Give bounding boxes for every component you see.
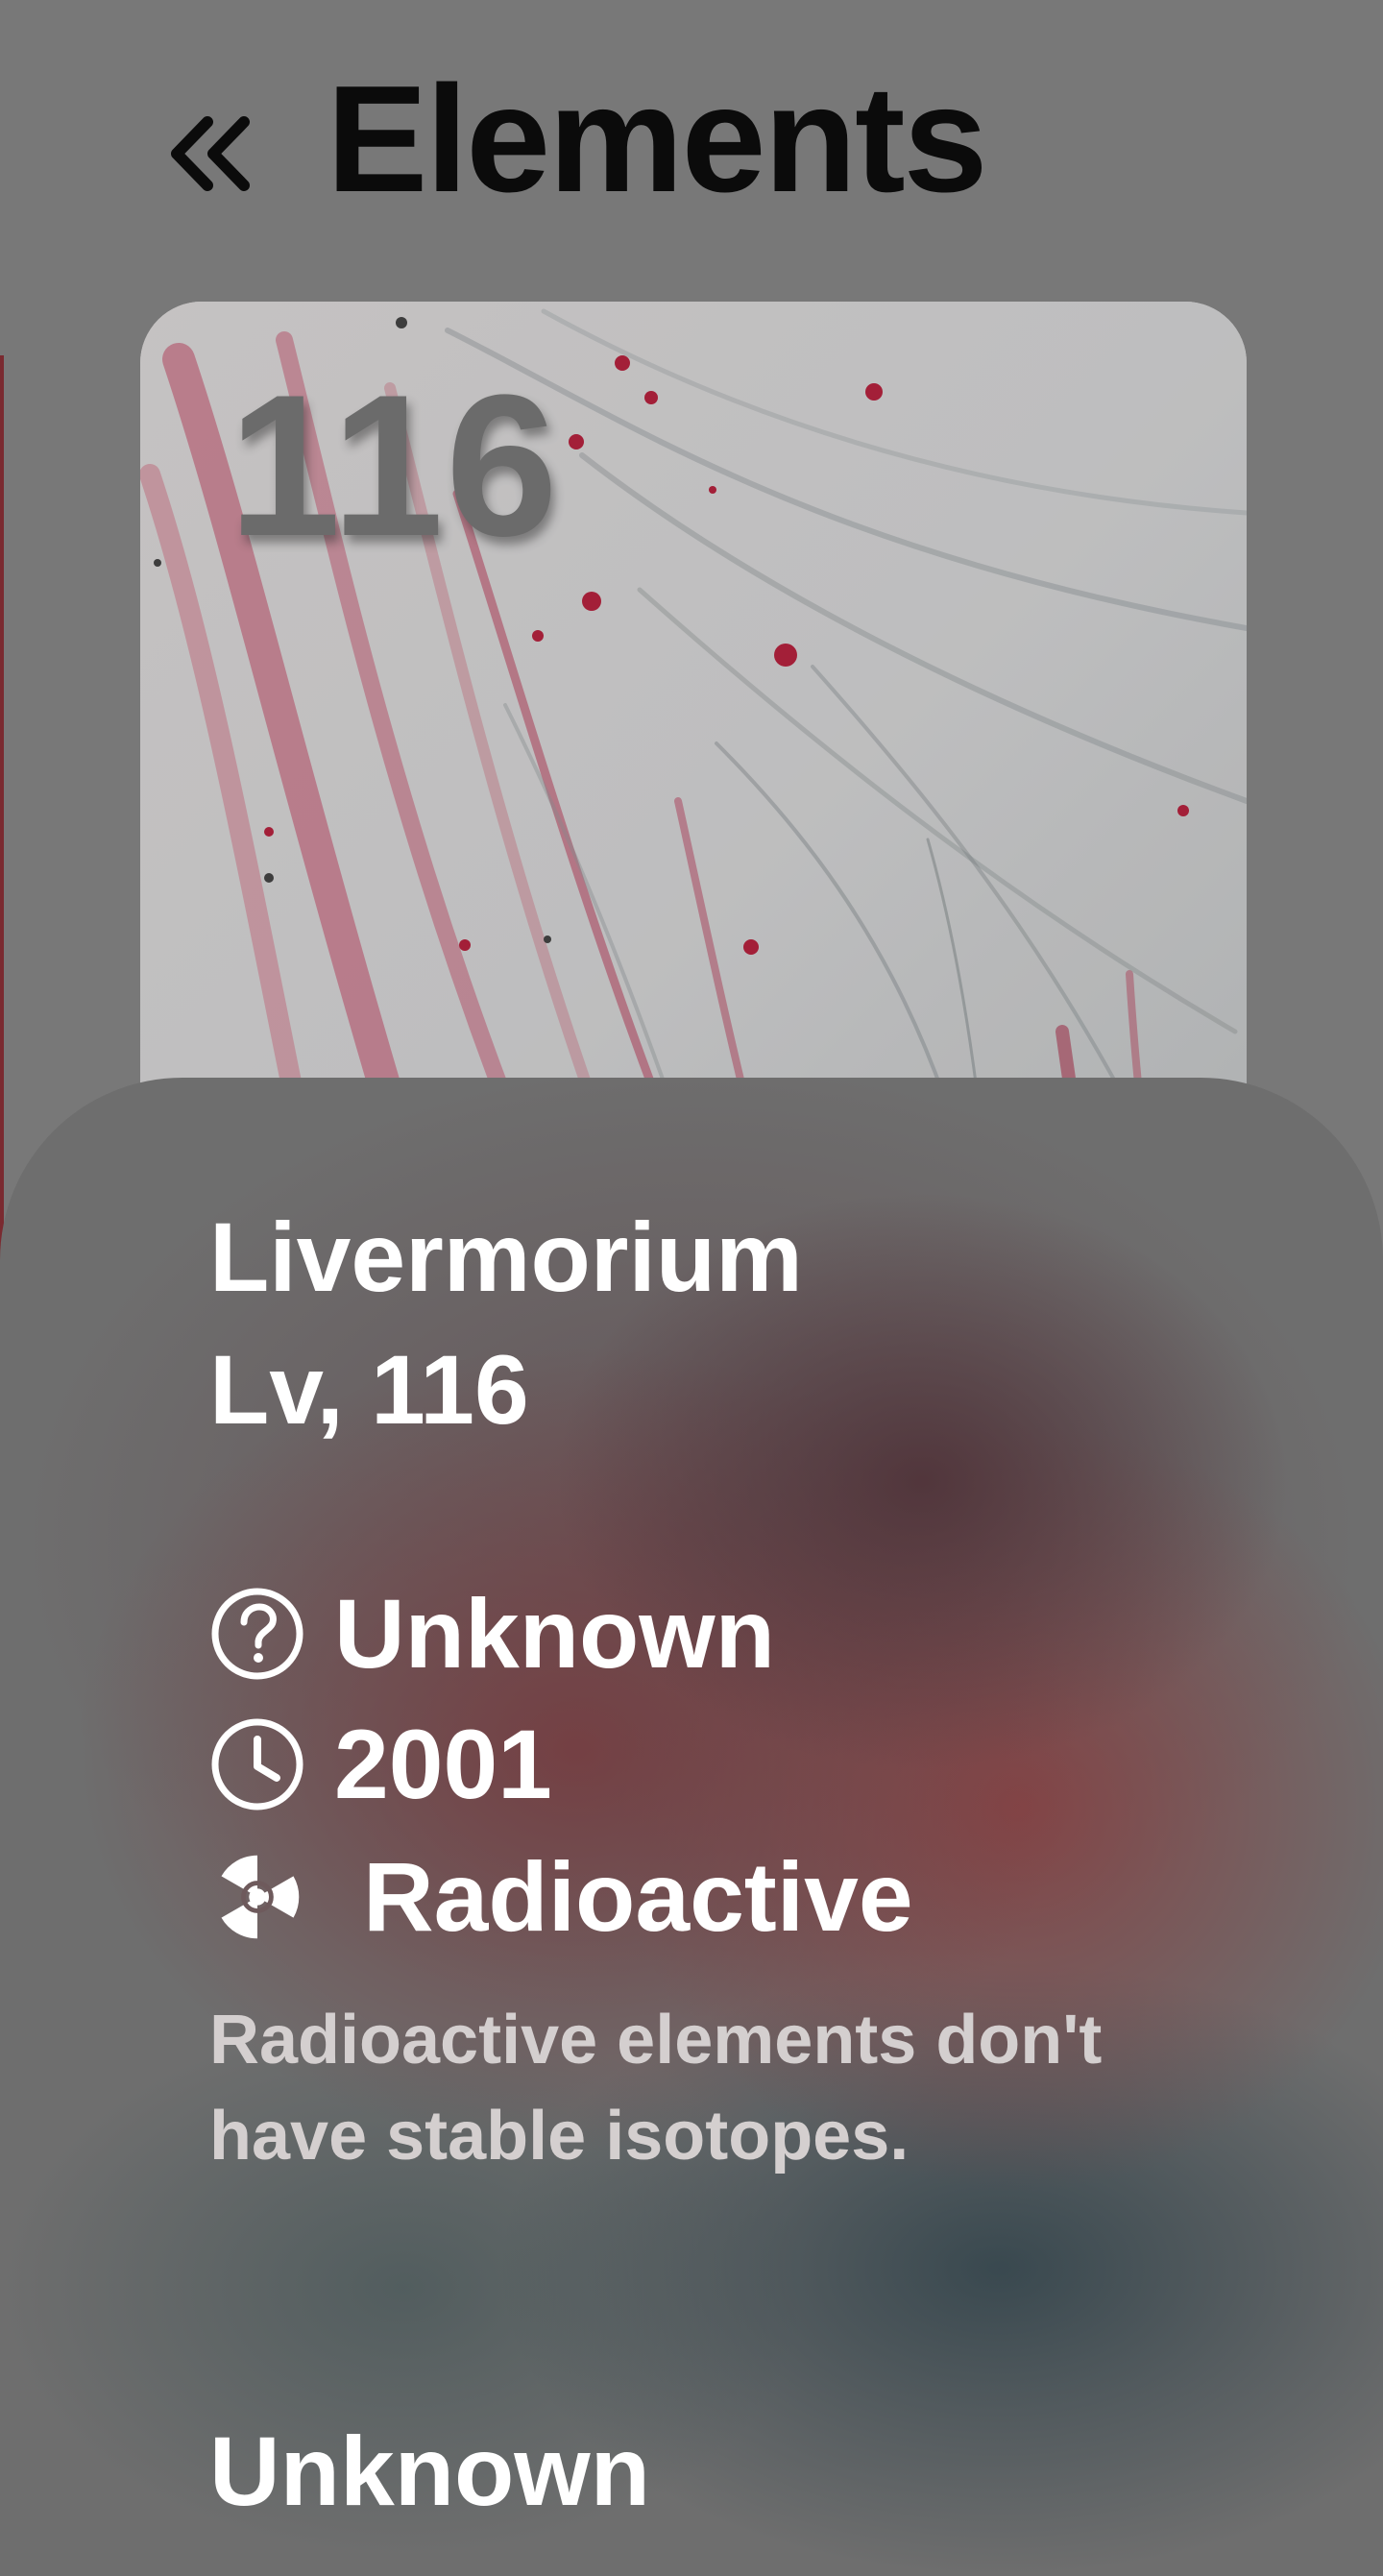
radioactive-icon: [209, 1849, 305, 1945]
element-symbol-number: Lv, 116: [209, 1335, 529, 1445]
question-circle-icon: [209, 1586, 305, 1682]
discovery-row: 2001: [209, 1712, 552, 1817]
element-info-sheet: Livermorium Lv, 116 Unknown 2001 Radioac…: [0, 1078, 1383, 2576]
clock-icon: [209, 1716, 305, 1812]
page-title: Elements: [327, 55, 988, 224]
category-description: Radioactive elements don't have stable i…: [209, 2002, 1103, 2175]
element-details: Livermorium Lv, 116 Unknown 2001 Radioac…: [209, 1078, 1266, 2576]
app-header: Elements: [0, 0, 1383, 288]
state-text: Unknown: [334, 1579, 775, 1689]
discovery-year: 2001: [334, 1710, 552, 1819]
atomic-number-large: 116: [229, 352, 560, 578]
double-chevron-left-icon: [171, 116, 250, 191]
element-name: Livermorium: [209, 1203, 803, 1312]
section-heading: Unknown: [209, 2417, 650, 2526]
category-row: Radioactive: [209, 1844, 913, 1950]
back-button[interactable]: [161, 106, 257, 202]
state-row: Unknown: [209, 1581, 775, 1687]
category-text: Radioactive: [363, 1842, 913, 1952]
